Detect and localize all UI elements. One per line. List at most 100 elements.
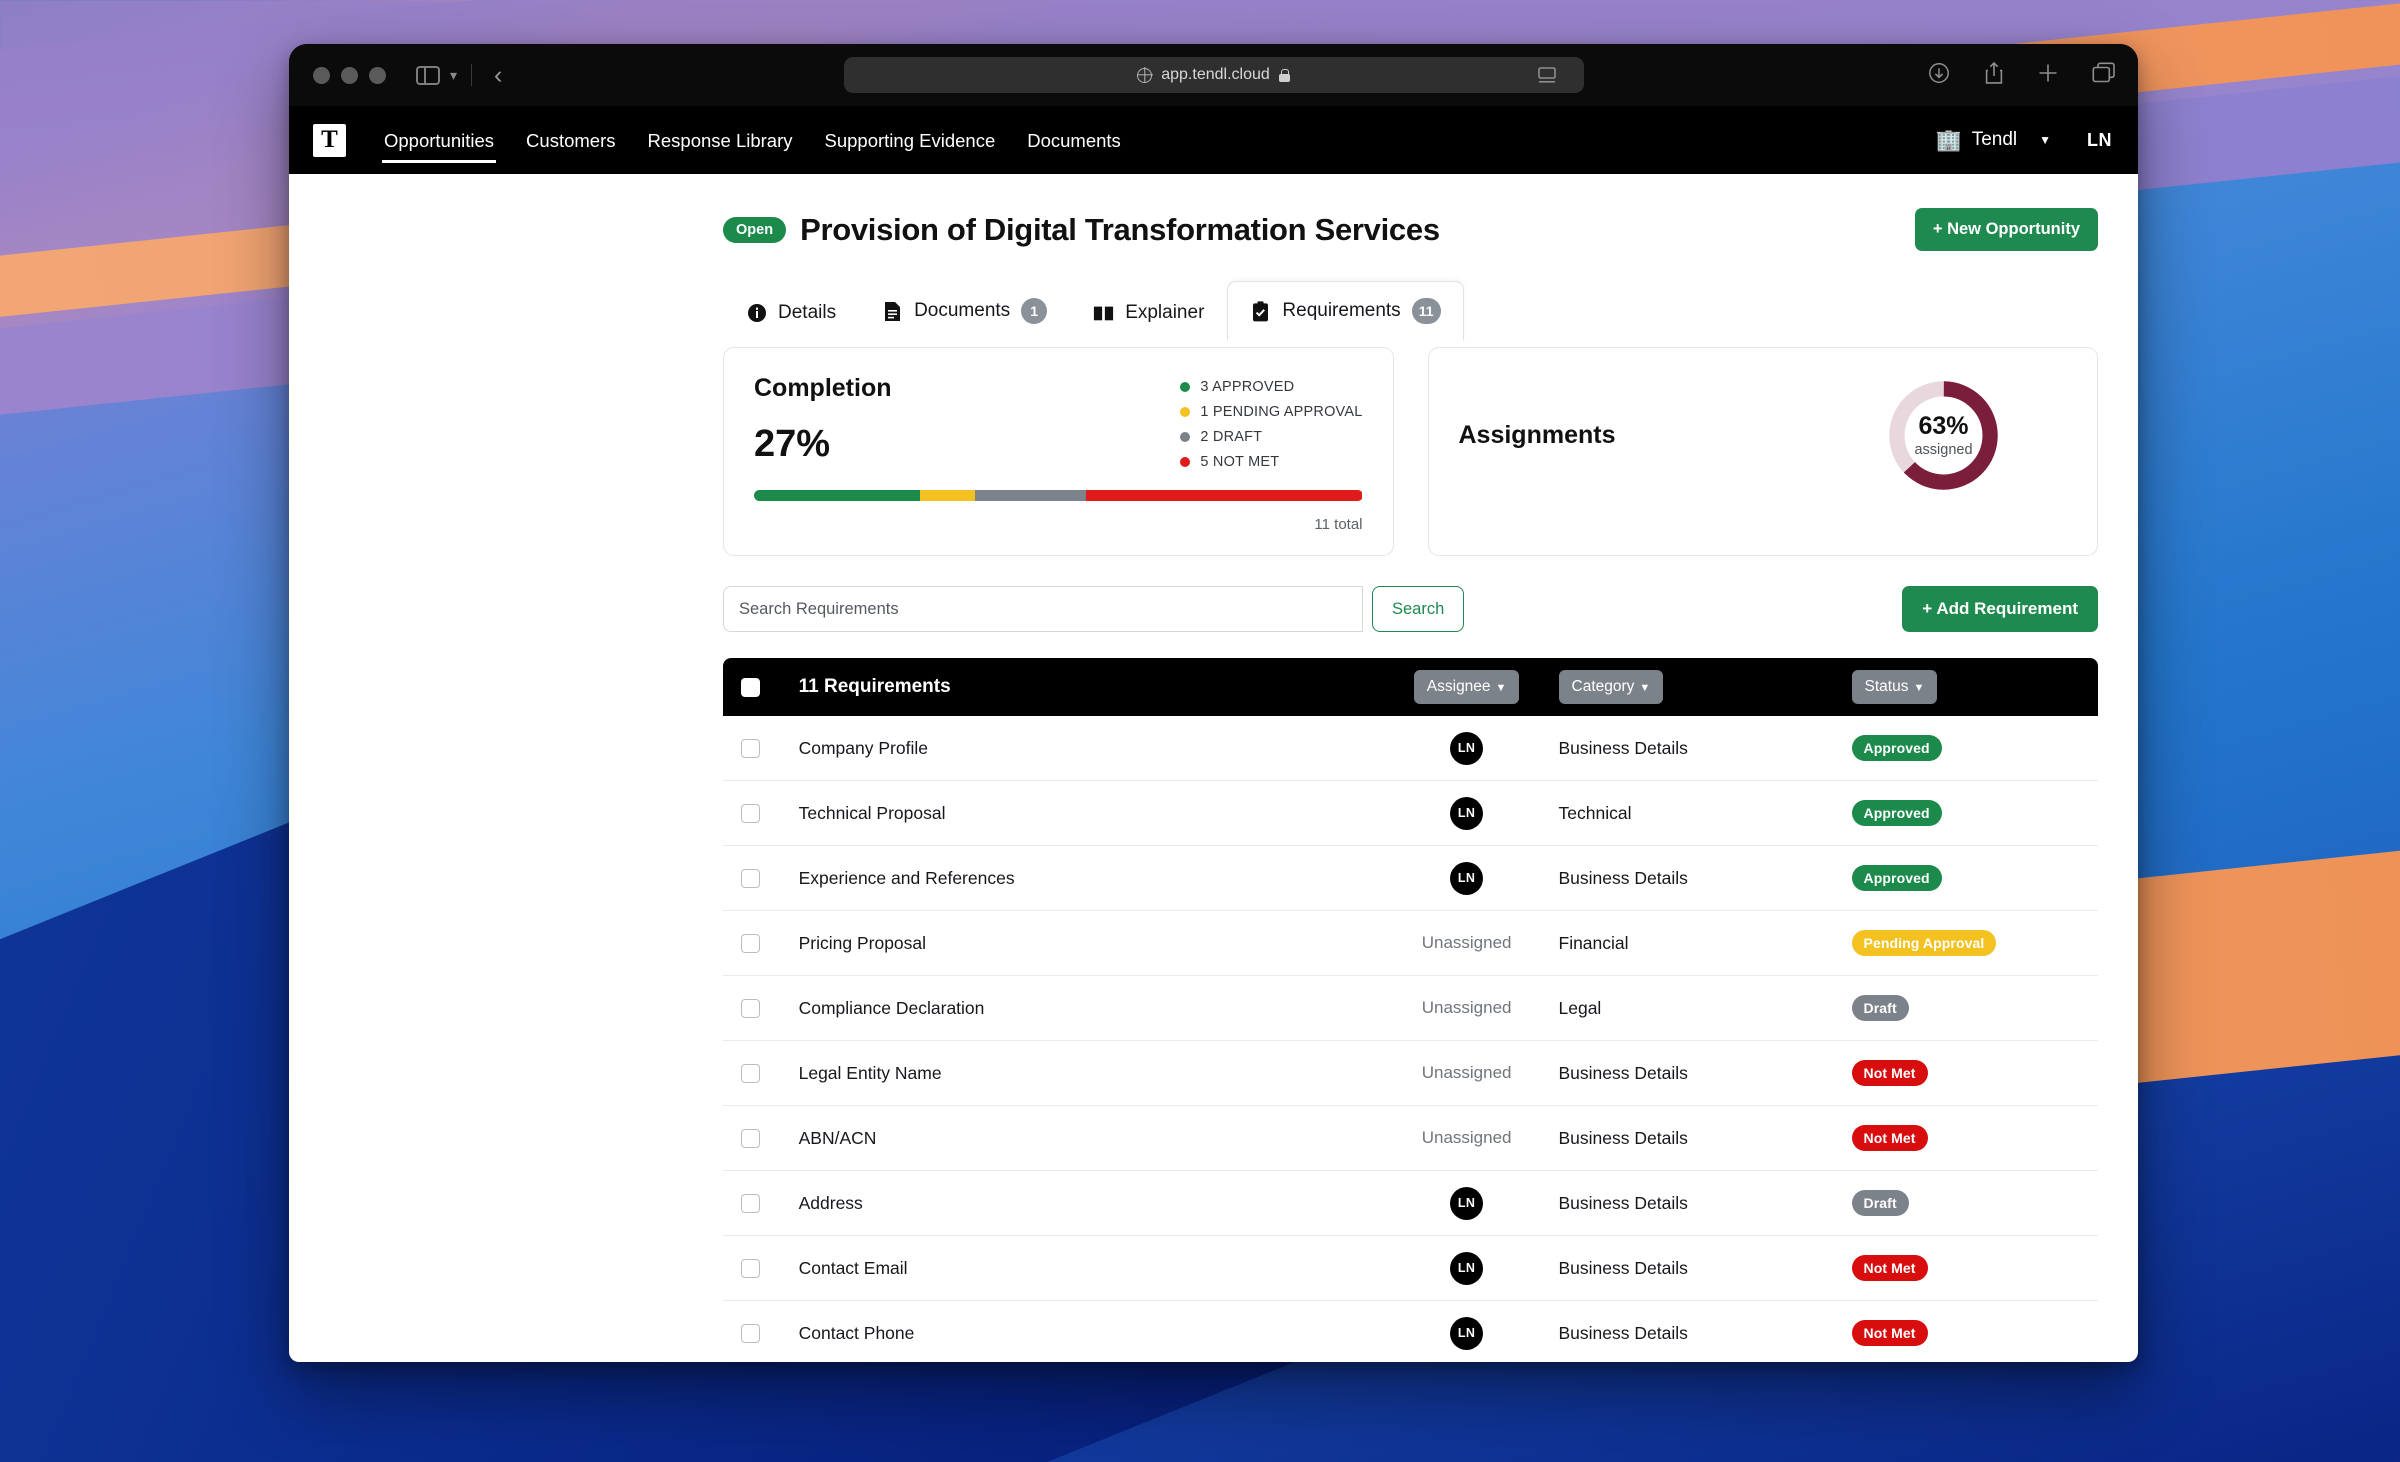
nav-link-documents[interactable]: Documents <box>1011 110 1137 171</box>
close-window-button[interactable] <box>313 66 330 84</box>
download-icon[interactable] <box>1928 62 1950 89</box>
table-row[interactable]: Experience and References LN Business Deta… <box>723 846 2098 911</box>
tab-details[interactable]: Details <box>723 285 859 341</box>
completion-segment-approved <box>754 490 920 501</box>
status-badge: Not Met <box>1851 1255 1928 1281</box>
nav-link-supporting-evidence[interactable]: Supporting Evidence <box>809 110 1012 171</box>
building-icon: 🏢 <box>1935 128 1962 152</box>
assignments-donut-chart: 63% assigned <box>1882 374 2005 497</box>
legend-item: 2 DRAFT <box>1180 429 1362 445</box>
row-checkbox[interactable] <box>741 1193 760 1213</box>
status-badge: Not Met <box>1851 1320 1928 1346</box>
status-cell: Draft <box>1851 995 2080 1021</box>
table-row[interactable]: Address LN Business Details Draft <box>723 1171 2098 1236</box>
add-requirement-button[interactable]: + Add Requirement <box>1902 586 2098 632</box>
completion-segment-not-met <box>1085 490 1363 501</box>
category-cell: Financial <box>1558 932 1629 953</box>
window-traffic-lights[interactable] <box>313 66 386 84</box>
tab-label: Details <box>778 302 837 323</box>
legend-dot-draft <box>1180 432 1191 442</box>
select-all-checkbox[interactable] <box>741 677 760 697</box>
tab-requirements[interactable]: Requirements 11 <box>1227 281 1464 341</box>
user-avatar-initials[interactable]: LN <box>2087 130 2112 151</box>
reader-view-icon[interactable] <box>1537 66 1560 84</box>
tab-label: Explainer <box>1125 302 1205 323</box>
category-cell: Business Details <box>1558 1322 1688 1343</box>
row-checkbox[interactable] <box>741 1128 760 1148</box>
search-row: Search + Add Requirement <box>723 586 2098 632</box>
avatar[interactable]: LN <box>1450 1316 1484 1350</box>
chevron-down-icon: ▼ <box>1913 682 1925 694</box>
table-row[interactable]: ABN/ACN Unassigned Business Details Not Met <box>723 1106 2098 1171</box>
table-row[interactable]: Technical Proposal LN Technical Approved <box>723 781 2098 846</box>
chevron-down-icon[interactable]: ▾ <box>450 68 457 82</box>
assignee-unassigned: Unassigned <box>1421 1063 1512 1082</box>
category-cell: Business Details <box>1558 737 1688 758</box>
row-checkbox[interactable] <box>741 738 760 758</box>
requirement-name: Contact Email <box>798 1257 908 1278</box>
category-cell: Legal <box>1558 997 1602 1018</box>
completion-progress-bar <box>754 490 1363 501</box>
new-opportunity-button[interactable]: + New Opportunity <box>1914 208 2098 251</box>
requirements-table: 11 Requirements Assignee ▼ Category ▼ Stat… <box>723 658 2098 1362</box>
assignee-cell: Unassigned <box>1375 933 1559 953</box>
assignee-cell: LN <box>1375 861 1559 895</box>
tab-overview-icon[interactable] <box>2092 61 2116 89</box>
table-body: Company Profile LN Business Details Approve… <box>723 716 2098 1362</box>
chevron-down-icon[interactable]: ▼ <box>2039 133 2051 147</box>
back-arrow-icon[interactable]: ‹ <box>494 62 502 88</box>
completion-card: Completion 27% 3 APPROVED 1 PENDING APPR… <box>723 347 1394 556</box>
table-row[interactable]: Company Profile LN Business Details Approve… <box>723 716 2098 781</box>
row-checkbox[interactable] <box>741 1323 760 1343</box>
document-icon <box>882 301 903 322</box>
donut-sublabel: assigned <box>1914 441 1973 458</box>
completion-segment-draft <box>975 490 1086 501</box>
row-checkbox[interactable] <box>741 1258 760 1278</box>
browser-window: ▾ ‹ app.tendl.cloud T Opportunities Cust… <box>289 44 2138 1362</box>
minimize-window-button[interactable] <box>341 66 358 84</box>
row-checkbox[interactable] <box>741 933 760 953</box>
org-switcher[interactable]: 🏢 Tendl <box>1936 129 2018 151</box>
legend-label: 3 APPROVED <box>1200 379 1295 395</box>
new-tab-plus-icon[interactable] <box>2038 63 2058 88</box>
search-button[interactable]: Search <box>1372 586 1465 632</box>
assignee-filter-dropdown[interactable]: Assignee ▼ <box>1413 670 1520 704</box>
row-checkbox[interactable] <box>741 803 760 823</box>
assignee-cell: LN <box>1375 1251 1559 1285</box>
row-checkbox[interactable] <box>741 1063 760 1083</box>
status-badge: Draft <box>1851 995 1909 1021</box>
assignee-unassigned: Unassigned <box>1421 1128 1512 1147</box>
nav-link-opportunities[interactable]: Opportunities <box>368 110 510 171</box>
tendl-logo[interactable]: T <box>313 123 346 157</box>
legend-label: 1 PENDING APPROVAL <box>1200 404 1363 420</box>
share-icon[interactable] <box>1984 61 2004 90</box>
status-filter-dropdown[interactable]: Status ▼ <box>1851 670 1938 704</box>
nav-link-response-library[interactable]: Response Library <box>632 110 809 171</box>
status-badge: Not Met <box>1851 1125 1928 1151</box>
completion-segment-pending-approval <box>919 490 976 501</box>
avatar[interactable]: LN <box>1450 796 1484 830</box>
requirements-count-label: 11 Requirements <box>798 676 951 697</box>
search-input[interactable] <box>723 586 1363 632</box>
avatar[interactable]: LN <box>1450 1186 1484 1220</box>
maximize-window-button[interactable] <box>369 66 386 84</box>
row-checkbox[interactable] <box>741 998 760 1018</box>
tab-documents[interactable]: Documents 1 <box>859 281 1070 341</box>
avatar[interactable]: LN <box>1450 1251 1484 1285</box>
table-row[interactable]: Contact Email LN Business Details Not Met <box>723 1236 2098 1301</box>
address-bar[interactable]: app.tendl.cloud <box>843 57 1584 93</box>
browser-chrome: ▾ ‹ app.tendl.cloud <box>289 44 2138 106</box>
row-checkbox[interactable] <box>741 868 760 888</box>
avatar[interactable]: LN <box>1450 731 1484 765</box>
avatar[interactable]: LN <box>1450 861 1484 895</box>
table-row[interactable]: Legal Entity Name Unassigned Business Deta… <box>723 1041 2098 1106</box>
table-row[interactable]: Contact Phone LN Business Details Not Met <box>723 1301 2098 1362</box>
category-filter-dropdown[interactable]: Category ▼ <box>1558 670 1664 704</box>
tab-explainer[interactable]: Explainer <box>1070 285 1227 341</box>
nav-link-customers[interactable]: Customers <box>510 110 631 171</box>
category-cell: Business Details <box>1558 1257 1688 1278</box>
table-header: 11 Requirements Assignee ▼ Category ▼ Stat… <box>723 658 2098 716</box>
table-row[interactable]: Compliance Declaration Unassigned Legal Dra… <box>723 976 2098 1041</box>
sidebar-toggle-icon[interactable] <box>416 65 440 85</box>
table-row[interactable]: Pricing Proposal Unassigned Financial Pendi… <box>723 911 2098 976</box>
